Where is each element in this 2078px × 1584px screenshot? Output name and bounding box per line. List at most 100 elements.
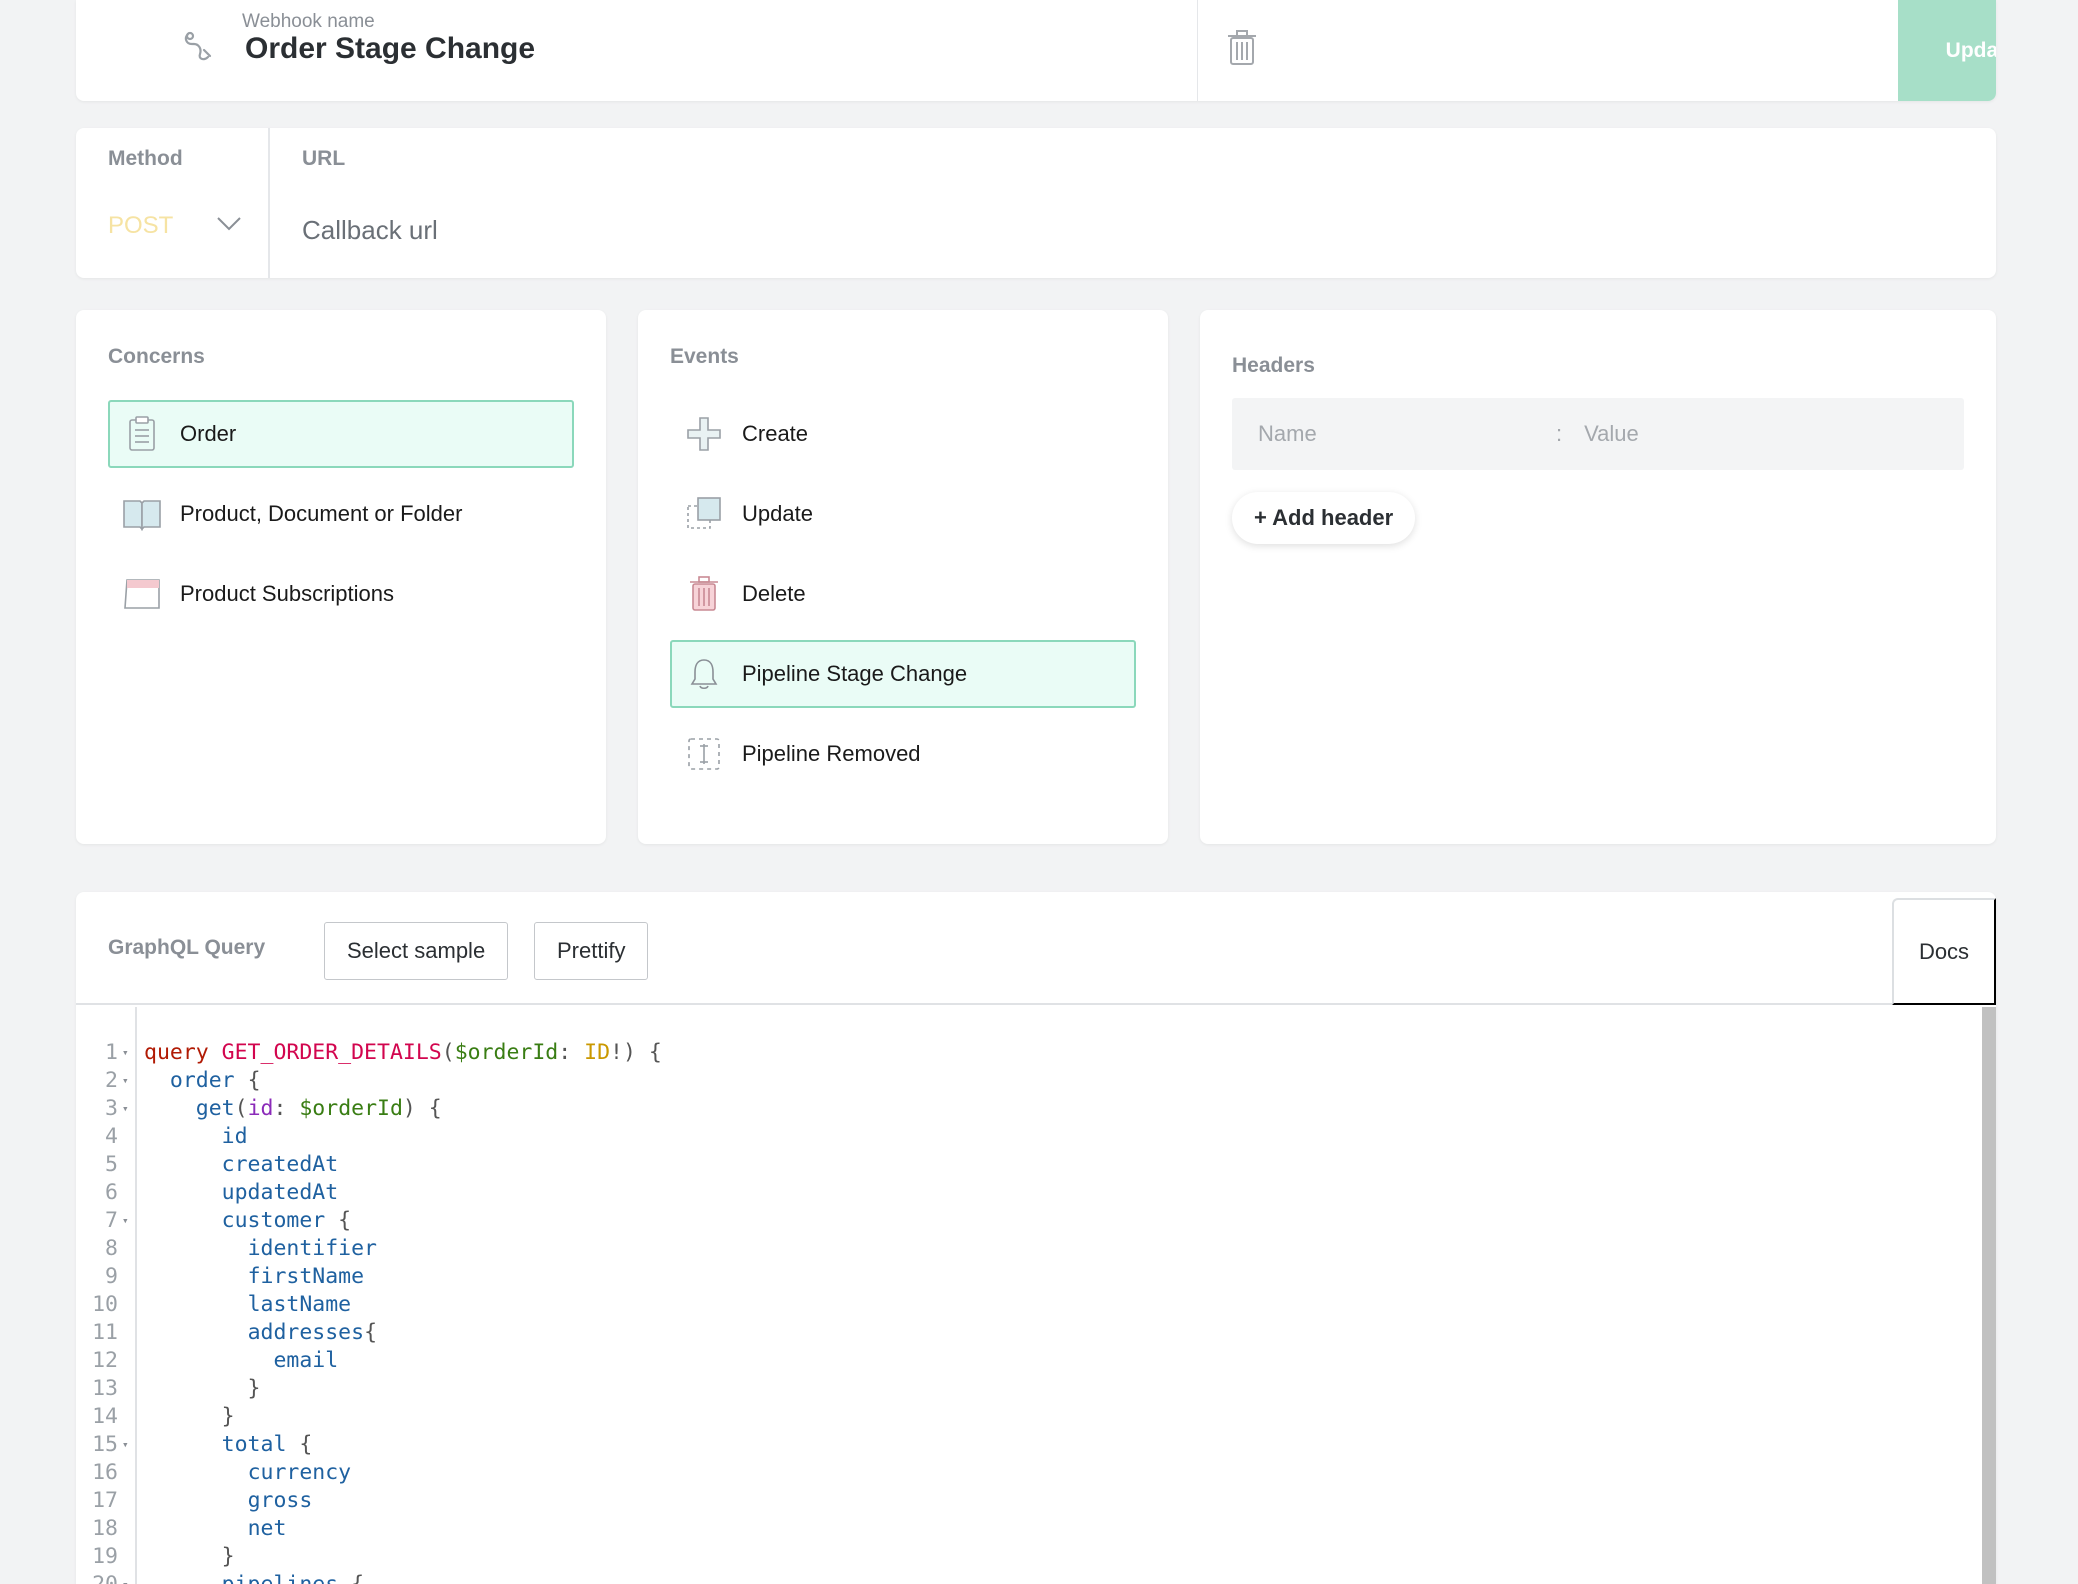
- code-text: }: [144, 1375, 261, 1403]
- fold-arrow-icon[interactable]: ▾: [122, 1431, 129, 1459]
- code-token: query: [144, 1040, 222, 1065]
- fold-arrow-icon[interactable]: ▾: [122, 1067, 129, 1095]
- code-text: addresses{: [144, 1319, 377, 1347]
- query-editor[interactable]: 1 ▾ query GET_ORDER_DETAILS($orderId: ID!)…: [76, 1007, 1996, 1584]
- events-panel: Events Create Update Delete Pipeline Sta…: [638, 310, 1168, 844]
- code-token: currency: [247, 1460, 352, 1485]
- code-token: $orderId: [299, 1096, 403, 1121]
- concern-label: Product, Document or Folder: [180, 501, 463, 526]
- header-name-input[interactable]: [1258, 414, 1548, 454]
- code-text: customer {: [144, 1207, 351, 1235]
- events-title: Events: [670, 345, 739, 368]
- line-number: 15: [92, 1432, 118, 1457]
- code-token: !) {: [610, 1040, 662, 1065]
- code-token: }: [144, 1544, 235, 1569]
- headers-title: Headers: [1232, 354, 1315, 377]
- code-text: lastName: [144, 1291, 352, 1319]
- code-text: firstName: [144, 1263, 365, 1291]
- update-icon: [684, 494, 724, 534]
- code-token: }: [144, 1404, 235, 1429]
- line-number: 14: [92, 1404, 118, 1429]
- event-item-update[interactable]: Update: [670, 480, 1136, 548]
- code-text: order {: [144, 1067, 261, 1095]
- line-number: 18: [92, 1516, 118, 1541]
- line-number: 7: [105, 1208, 118, 1233]
- delete-webhook-icon[interactable]: [1226, 30, 1258, 66]
- method-select[interactable]: POST: [108, 212, 173, 240]
- code-token: $orderId: [454, 1040, 559, 1065]
- event-item-create[interactable]: Create: [670, 400, 1136, 468]
- code-token: :: [558, 1040, 585, 1065]
- fold-arrow-icon[interactable]: ▾: [122, 1039, 129, 1067]
- graphql-title: GraphQL Query: [108, 936, 266, 959]
- fold-arrow-icon[interactable]: ▾: [122, 1095, 129, 1123]
- code-text: pipelines {: [144, 1571, 364, 1584]
- fold-arrow-icon[interactable]: ▾: [122, 1571, 129, 1584]
- code-token: (: [441, 1040, 455, 1065]
- line-number: 5: [105, 1152, 118, 1177]
- code-token: ) {: [402, 1096, 442, 1121]
- concern-label: Order: [180, 421, 237, 446]
- event-item-pipeline-stage-change[interactable]: Pipeline Stage Change: [670, 640, 1136, 708]
- header-separator: :: [1556, 421, 1563, 446]
- code-text: currency: [144, 1459, 352, 1487]
- code-text: }: [144, 1543, 235, 1571]
- update-button[interactable]: Update*: [1898, 0, 1996, 101]
- event-label: Pipeline Stage Change: [742, 661, 968, 686]
- chevron-down-icon[interactable]: [216, 214, 242, 232]
- line-number: 17: [92, 1488, 118, 1513]
- add-header-button[interactable]: + Add header: [1232, 492, 1416, 544]
- trash-icon: [684, 574, 724, 614]
- code-text: total {: [144, 1431, 313, 1459]
- editor-scrollbar[interactable]: [1982, 1007, 1996, 1584]
- url-input[interactable]: [302, 210, 1902, 250]
- concerns-panel: Concerns Order Product, Document or Fold…: [76, 310, 606, 844]
- line-number: 20: [76, 1571, 118, 1584]
- concern-item-subscriptions[interactable]: Product Subscriptions: [108, 560, 574, 628]
- event-item-pipeline-removed[interactable]: Pipeline Removed: [670, 720, 1136, 788]
- method-url-card: Method POST URL: [76, 128, 1996, 278]
- concern-item-product[interactable]: Product, Document or Folder: [108, 480, 574, 548]
- code-token: updatedAt: [221, 1180, 339, 1205]
- code-text: }: [144, 1403, 235, 1431]
- event-item-delete[interactable]: Delete: [670, 560, 1136, 628]
- code-text: id: [144, 1123, 248, 1151]
- method-url-divider: [268, 128, 270, 278]
- book-icon: [122, 494, 162, 534]
- code-token: pipelines: [222, 1572, 339, 1584]
- line-number: 10: [92, 1292, 118, 1317]
- select-sample-button[interactable]: Select sample: [324, 922, 509, 980]
- webhook-name[interactable]: Order Stage Change: [245, 32, 535, 66]
- header-value-input[interactable]: [1584, 414, 1945, 454]
- header-row: :: [1232, 398, 1964, 470]
- docs-button[interactable]: Docs: [1892, 898, 1996, 1005]
- event-label: Pipeline Removed: [742, 741, 921, 766]
- code-token: :: [273, 1096, 300, 1121]
- code-text: net: [144, 1515, 287, 1543]
- code-token: email: [273, 1348, 339, 1373]
- code-token: {: [338, 1572, 364, 1584]
- line-number: 13: [92, 1376, 118, 1401]
- line-number: 4: [105, 1124, 118, 1149]
- concern-item-order[interactable]: Order: [108, 400, 574, 468]
- pipeline-removed-icon: [684, 734, 724, 774]
- code-token: createdAt: [221, 1152, 339, 1177]
- code-text: updatedAt: [144, 1179, 339, 1207]
- event-label: Delete: [742, 581, 806, 606]
- prettify-button[interactable]: Prettify: [534, 922, 649, 980]
- fold-arrow-icon[interactable]: ▾: [122, 1207, 129, 1235]
- code-text: get(id: $orderId) {: [144, 1095, 442, 1123]
- event-label: Update: [742, 501, 813, 526]
- plus-icon: [684, 414, 724, 454]
- code-token: get: [195, 1096, 235, 1121]
